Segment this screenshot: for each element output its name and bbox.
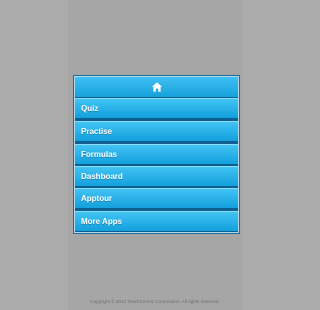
menu-item-more-apps[interactable]: More Apps xyxy=(75,211,238,232)
menu-item-practise[interactable]: Practise xyxy=(75,121,238,142)
menu-item-apptour[interactable]: Apptour xyxy=(75,188,238,209)
copyright-footer: Copyright © 2012 TeachCentric Corporatio… xyxy=(90,299,220,304)
menu-item-formulas[interactable]: Formulas xyxy=(75,144,238,165)
home-icon xyxy=(151,82,162,92)
home-button[interactable] xyxy=(75,77,238,98)
menu-item-quiz[interactable]: Quiz xyxy=(75,98,238,119)
menu-item-dashboard[interactable]: Dashboard xyxy=(75,166,238,187)
navigation-menu: Quiz Practise Formulas Dashboard Apptour… xyxy=(73,75,240,234)
